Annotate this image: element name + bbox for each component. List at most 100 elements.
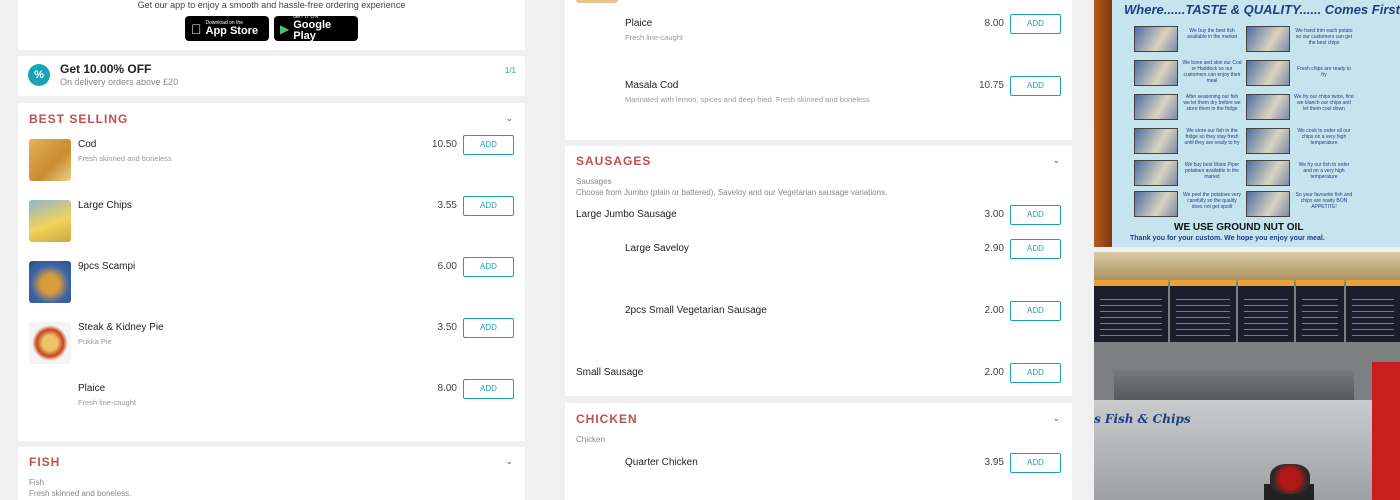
item-price: 8.00 [984,18,1004,29]
menu-item-small-sausage[interactable]: Small Sausage 2.00 ADD [565,363,1072,392]
add-button[interactable]: ADD [463,196,514,216]
discount-icon: % [28,64,50,86]
poster-text: We bone and skin our Cod or Haddock so o… [1182,60,1242,84]
item-image [29,139,71,181]
poster-text: We fry our chips twice, first we blanch … [1294,94,1354,112]
add-button[interactable]: ADD [1010,76,1061,96]
poster-text: So your favourite fish and chips are rea… [1295,192,1353,210]
shop-poster-photo: Where......TASTE & QUALITY...... Comes F… [1094,0,1400,247]
add-button[interactable]: ADD [1010,14,1061,34]
chevron-down-icon[interactable]: ⌄ [1052,155,1060,166]
menu-item-plaice[interactable]: Plaice Fresh line-caught 8.00 ADD [565,14,1072,78]
fish-section-continued: Plaice Fresh line-caught 8.00 ADD Masala… [565,0,1072,140]
menu-item-quarter-chicken[interactable]: Quarter Chicken 3.95 ADD [565,453,1072,487]
item-price: 2.90 [984,243,1004,254]
poster-photo [1134,128,1178,154]
chevron-down-icon[interactable]: ⌄ [505,456,513,467]
fish-section: FISH ⌄ Fish Fresh skinned and boneless. [18,447,525,500]
add-button[interactable]: ADD [1010,239,1061,259]
add-button[interactable]: ADD [463,318,514,338]
item-price: 3.50 [437,322,457,333]
menu-item-vegetarian-sausage[interactable]: 2pcs Small Vegetarian Sausage 2.00 ADD [565,301,1072,365]
play-icon: ▶ [280,21,290,36]
section-label: Fish [29,478,45,487]
poster-photo [1134,60,1178,86]
poster-text: We cook to order all our chips on a very… [1297,128,1351,146]
item-image [29,200,71,242]
add-button[interactable]: ADD [463,135,514,155]
discount-offer-card[interactable]: % Get 10.00% OFF On delivery orders abov… [18,56,525,96]
menu-board [1296,280,1344,342]
item-name: Quarter Chicken [625,457,698,468]
poster-photo [1134,94,1178,120]
ceiling [1094,252,1400,282]
poster-text: We fry our fish to order and on a very h… [1298,162,1350,180]
item-name: Large Saveloy [625,243,689,254]
add-button[interactable]: ADD [1010,453,1061,473]
poster-photo [1246,191,1290,217]
menu-item-masala-cod[interactable]: Masala Cod Marinated with lemon, spices … [565,76,1072,140]
menu-item-large-saveloy[interactable]: Large Saveloy 2.90 ADD [565,239,1072,303]
item-description: Marinated with lemon, spices and deep fr… [625,95,870,104]
item-description: Fresh skinned and boneless [78,154,172,163]
item-price: 10.75 [978,80,1004,91]
poster-text: We hand trim each potato so our customer… [1295,28,1353,46]
item-name: 2pcs Small Vegetarian Sausage [625,305,767,316]
poster-photo [1246,26,1290,52]
section-description: Choose from Jumbo (plain or battered), S… [576,188,888,197]
poster-text: We buy best Maris Piper potatoes availab… [1184,162,1240,180]
section-label: Sausages [576,177,612,186]
chevron-down-icon[interactable]: ⌄ [1052,413,1060,424]
poster-photo [1134,191,1178,217]
poster-photo [1134,26,1178,52]
serving-counter-glass [1114,370,1354,402]
offer-subtitle: On delivery orders above £20 [60,77,179,87]
add-button[interactable]: ADD [463,257,514,277]
chevron-down-icon[interactable]: ⌄ [505,113,513,124]
add-button[interactable]: ADD [1010,205,1061,225]
item-price: 6.00 [437,261,457,272]
app-download-banner: Get our app to enjoy a smooth and hassle… [18,0,525,50]
item-name: Steak & Kidney Pie [78,322,164,333]
poster-footer: WE USE GROUND NUT OIL [1174,222,1304,233]
item-name: Small Sausage [576,367,644,378]
item-image [576,0,618,3]
item-name: Masala Cod [625,80,679,91]
poster-text: We peel the potatoes very carefully so t… [1183,192,1241,210]
shop-sign: s Fish & Chips [1094,412,1191,426]
section-label: Chicken [576,435,605,444]
best-selling-section: BEST SELLING ⌄ Cod Fresh skinned and bon… [18,103,525,441]
item-name: Large Chips [78,200,132,211]
section-title: BEST SELLING [29,112,129,126]
poster-photo [1246,60,1290,86]
apple-icon:  [191,21,202,37]
poster-text: We buy the best fish available in the ma… [1186,28,1238,40]
google-play-button[interactable]: ▶ GET IT ON Google Play [274,15,358,42]
item-name: Plaice [625,18,653,29]
menu-item-scampi[interactable]: 9pcs Scampi 6.00 ADD [18,257,525,321]
poster-row: We buy best Maris Piper potatoes availab… [1134,158,1384,188]
menu-item-large-chips[interactable]: Large Chips 3.55 ADD [18,196,525,260]
add-button[interactable]: ADD [463,379,514,399]
app-promo-text: Get our app to enjoy a smooth and hassle… [137,0,406,10]
section-title: CHICKEN [576,412,638,426]
poster-frame [1094,0,1112,247]
google-play-label: Google Play [293,19,332,42]
item-description: Pukka Pie [78,337,112,346]
item-price: 3.55 [437,200,457,211]
menu-board [1094,280,1168,342]
menu-item-cod[interactable]: Cod Fresh skinned and boneless 10.50 ADD [18,135,525,199]
offer-pager: 1/1 [504,66,516,75]
menu-item-steak-kidney-pie[interactable]: Steak & Kidney Pie Pukka Pie 3.50 ADD [18,318,525,382]
section-description: Fresh skinned and boneless. [29,489,132,498]
item-price: 3.95 [984,457,1004,468]
item-price: 3.00 [984,209,1004,220]
app-store-button[interactable]:  Download on the App Store [185,16,269,41]
add-button[interactable]: ADD [1010,363,1061,383]
item-image [29,322,71,364]
poster-row: We store our fish in the fridge so they … [1134,126,1384,156]
sausages-section: SAUSAGES ⌄ Sausages Choose from Jumbo (p… [565,146,1072,396]
poster-text: Fresh chips are ready to fry [1297,66,1351,78]
menu-item-plaice[interactable]: Plaice Fresh line-caught 8.00 ADD [18,379,525,443]
add-button[interactable]: ADD [1010,301,1061,321]
